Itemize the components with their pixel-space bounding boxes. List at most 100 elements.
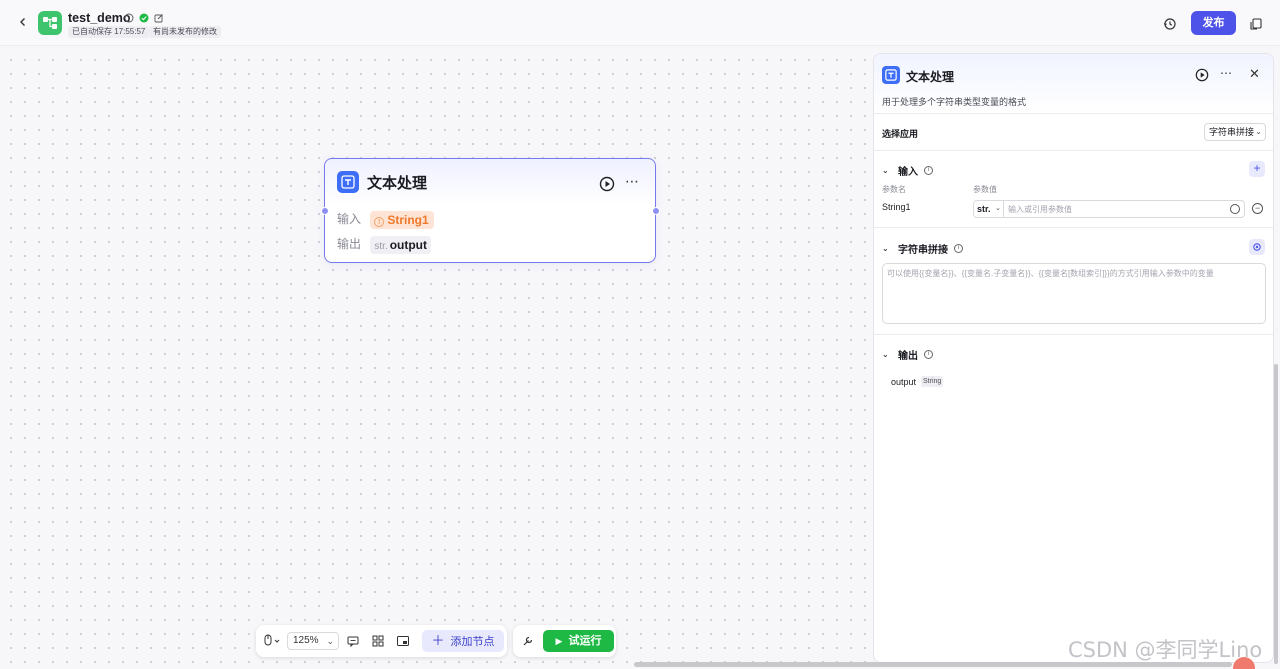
col-param-name: 参数名: [882, 185, 906, 194]
history-button[interactable]: [1160, 14, 1180, 34]
run-toolbar: ▶ 试运行: [513, 625, 616, 657]
comment-button[interactable]: [346, 633, 360, 649]
warning-icon: !: [374, 216, 385, 227]
wrench-icon: [523, 636, 533, 646]
debug-tool-button[interactable]: [521, 634, 535, 648]
panel-description: 用于处理多个字符串类型变量的格式: [882, 97, 1027, 107]
output-var-type: String: [921, 376, 944, 387]
copy-button[interactable]: [1246, 14, 1266, 34]
play-circle-icon: [1195, 68, 1209, 82]
output-section-title: 输出: [898, 351, 918, 362]
history-icon: [1164, 18, 1176, 30]
remove-param-button[interactable]: −: [1252, 203, 1263, 214]
info-icon[interactable]: i: [924, 350, 933, 359]
panel-more-button[interactable]: ⋯: [1220, 66, 1233, 80]
output-var-name: output: [891, 377, 917, 387]
param-name: String1: [882, 202, 911, 212]
info-icon[interactable]: i: [924, 166, 933, 175]
watermark: CSDN @李同学Lino: [1068, 638, 1263, 662]
trial-run-label: 试运行: [568, 635, 602, 647]
play-icon: ▶: [555, 636, 563, 646]
app-logo: [38, 11, 62, 35]
add-node-label: 添加节点: [450, 636, 495, 648]
chevron-down-icon: ⌄: [326, 636, 334, 646]
unpublished-tag: 有尚未发布的修改: [149, 26, 221, 38]
autosave-tag: 已自动保存 17:55:57: [68, 26, 150, 38]
concat-settings-button[interactable]: [1249, 239, 1265, 255]
workflow-canvas[interactable]: [0, 47, 872, 669]
gear-icon: [1253, 243, 1261, 251]
mouse-icon: [264, 634, 280, 646]
param-type-value: str.: [977, 204, 991, 214]
play-circle-icon: [599, 176, 615, 192]
divider: [874, 227, 1273, 228]
node-input-pill[interactable]: ! String1: [370, 210, 434, 229]
col-param-value: 参数值: [973, 185, 997, 194]
check-badge-icon: [139, 12, 149, 23]
mouse-mode-button[interactable]: [263, 633, 283, 649]
node-input-handle[interactable]: [321, 207, 329, 215]
node-run-button[interactable]: [599, 176, 615, 192]
param-value-input[interactable]: [1008, 201, 1218, 217]
vertical-scrollbar[interactable]: [1274, 364, 1278, 664]
node-output-label: 输出: [337, 237, 362, 251]
add-param-button[interactable]: +: [1249, 161, 1265, 177]
text-process-node[interactable]: 文本处理 ⋯ 输入 ! String1 输出 str. output: [324, 158, 656, 263]
node-settings-panel: 文本处理 ⋯ ✕ 用于处理多个字符串类型变量的格式 选择应用 字符串拼接 ⌄ ⌄…: [873, 53, 1274, 663]
panel-title: 文本处理: [906, 70, 955, 84]
input-section-toggle[interactable]: ⌄ 输入 i: [882, 163, 933, 178]
copy-icon: [1250, 18, 1262, 30]
trial-run-button[interactable]: ▶ 试运行: [543, 630, 614, 652]
select-app-dropdown[interactable]: 字符串拼接 ⌄: [1204, 123, 1266, 141]
plus-icon: ＋: [431, 633, 445, 648]
variable-reference-icon[interactable]: [1230, 204, 1240, 214]
info-icon[interactable]: i: [954, 244, 963, 253]
concat-section-title: 字符串拼接: [898, 245, 948, 256]
chevron-down-icon: ⌄: [882, 350, 889, 359]
node-more-button[interactable]: ⋯: [625, 174, 643, 190]
canvas-toolbar: 125% ⌄ ＋ 添加节点: [256, 625, 507, 657]
comment-icon: [347, 636, 359, 648]
node-input-label: 输入: [337, 212, 362, 226]
workflow-icon: [43, 17, 57, 29]
template-textarea[interactable]: [882, 263, 1266, 324]
text-process-icon: [882, 66, 900, 84]
chevron-down-icon: ⌄: [882, 166, 889, 175]
edit-icon[interactable]: [154, 12, 164, 23]
publish-button[interactable]: 发布: [1191, 11, 1236, 35]
back-button[interactable]: [14, 14, 32, 32]
node-input-value: String1: [387, 212, 429, 227]
param-type-select[interactable]: str. ⌄: [974, 201, 1004, 217]
zoom-value: 125%: [293, 635, 319, 646]
chevron-down-icon: ⌄: [882, 244, 889, 253]
zoom-select[interactable]: 125% ⌄: [287, 632, 339, 650]
minimap-icon: [397, 636, 409, 646]
node-output-row: 输出 str. output: [337, 235, 431, 254]
concat-section-toggle[interactable]: ⌄ 字符串拼接 i: [882, 241, 963, 256]
chevron-down-icon: ⌄: [1255, 127, 1262, 136]
node-output-pill: str. output: [370, 235, 431, 254]
close-icon[interactable]: ✕: [1249, 66, 1260, 82]
node-output-value: output: [389, 237, 427, 252]
top-bar: test_demo 已自动保存 17:55:57 有尚未发布的修改 发布: [0, 0, 1280, 46]
info-icon[interactable]: [124, 12, 134, 23]
minimap-button[interactable]: [396, 633, 410, 649]
text-process-icon: [337, 171, 359, 193]
layout-button[interactable]: [371, 633, 385, 649]
node-title: 文本处理: [367, 175, 428, 192]
chevron-left-icon: [20, 18, 25, 26]
add-node-button[interactable]: ＋ 添加节点: [422, 630, 504, 652]
divider: [874, 334, 1273, 335]
app-name: test_demo: [68, 11, 131, 25]
node-output-handle[interactable]: [652, 207, 660, 215]
input-section-title: 输入: [898, 167, 918, 178]
chevron-down-icon: ⌄: [995, 205, 1001, 212]
node-output-type: str.: [374, 240, 388, 252]
grid-icon: [372, 635, 384, 647]
node-input-row: 输入 ! String1: [337, 210, 434, 229]
output-section-toggle[interactable]: ⌄ 输出 i: [882, 347, 933, 362]
select-app-value: 字符串拼接: [1209, 127, 1255, 137]
panel-run-button[interactable]: [1195, 68, 1209, 82]
param-value-field: str. ⌄: [973, 200, 1245, 218]
select-app-label: 选择应用: [882, 129, 919, 139]
